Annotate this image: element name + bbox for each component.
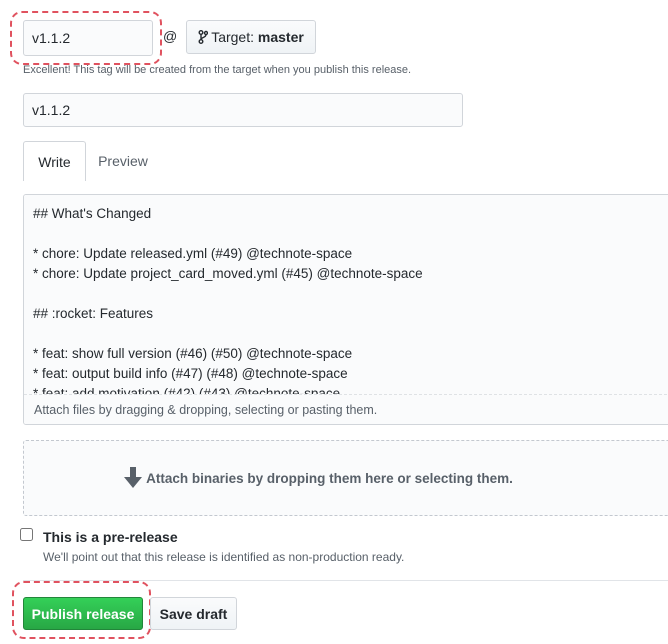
prerelease-checkbox[interactable] — [20, 528, 33, 541]
branch-icon — [198, 30, 209, 44]
attach-files-text: Attach files by dragging & dropping, sel… — [34, 403, 378, 417]
body-line: * feat: output build info (#47) (#48) @t… — [33, 366, 348, 381]
body-line: * feat: add motivation (#42) (#43) @tech… — [33, 386, 341, 394]
body-line — [33, 224, 668, 244]
tag-value: v1.1.2 — [32, 30, 71, 46]
binaries-dropzone[interactable]: Attach binaries by dropping them here or… — [23, 440, 668, 516]
body-line: * feat: show full version (#46) (#50) @t… — [33, 346, 353, 361]
attach-files-bar[interactable]: Attach files by dragging & dropping, sel… — [24, 394, 668, 424]
target-button[interactable]: Target: master — [186, 20, 316, 54]
body-line: ## What's Changed — [33, 206, 152, 221]
at-sign: @ — [163, 28, 178, 44]
save-draft-button[interactable]: Save draft — [150, 597, 237, 630]
tab-preview[interactable]: Preview — [86, 141, 160, 181]
body-line — [33, 284, 668, 304]
publish-label: Publish release — [31, 605, 135, 622]
tag-name-input[interactable]: v1.1.2 — [23, 20, 153, 56]
target-branch: master — [257, 29, 304, 45]
publish-release-button[interactable]: Publish release — [23, 597, 143, 630]
tab-preview-label: Preview — [98, 153, 148, 169]
arrow-down-icon — [124, 467, 143, 488]
body-line: * chore: Update released.yml (#49) @tech… — [33, 246, 353, 261]
release-body-textarea[interactable]: ## What's Changed * chore: Update releas… — [24, 195, 668, 394]
dropzone-text: Attach binaries by dropping them here or… — [146, 470, 513, 486]
tab-write[interactable]: Write — [23, 141, 86, 181]
body-line: ## :rocket: Features — [33, 306, 154, 321]
tab-write-label: Write — [38, 153, 71, 170]
body-line: * chore: Update project_card_moved.yml (… — [33, 266, 423, 281]
release-body-editor[interactable]: ## What's Changed * chore: Update releas… — [23, 194, 668, 425]
body-line — [33, 324, 668, 344]
release-title-input[interactable]: v1.1.2 — [23, 93, 463, 127]
target-prefix: Target: — [211, 29, 254, 45]
tag-help-text: Excellent! This tag will be created from… — [23, 64, 412, 76]
save-draft-label: Save draft — [159, 605, 228, 622]
prerelease-note: We'll point out that this release is ide… — [43, 550, 405, 564]
prerelease-label: This is a pre-release — [43, 529, 178, 545]
title-value: v1.1.2 — [32, 102, 71, 118]
